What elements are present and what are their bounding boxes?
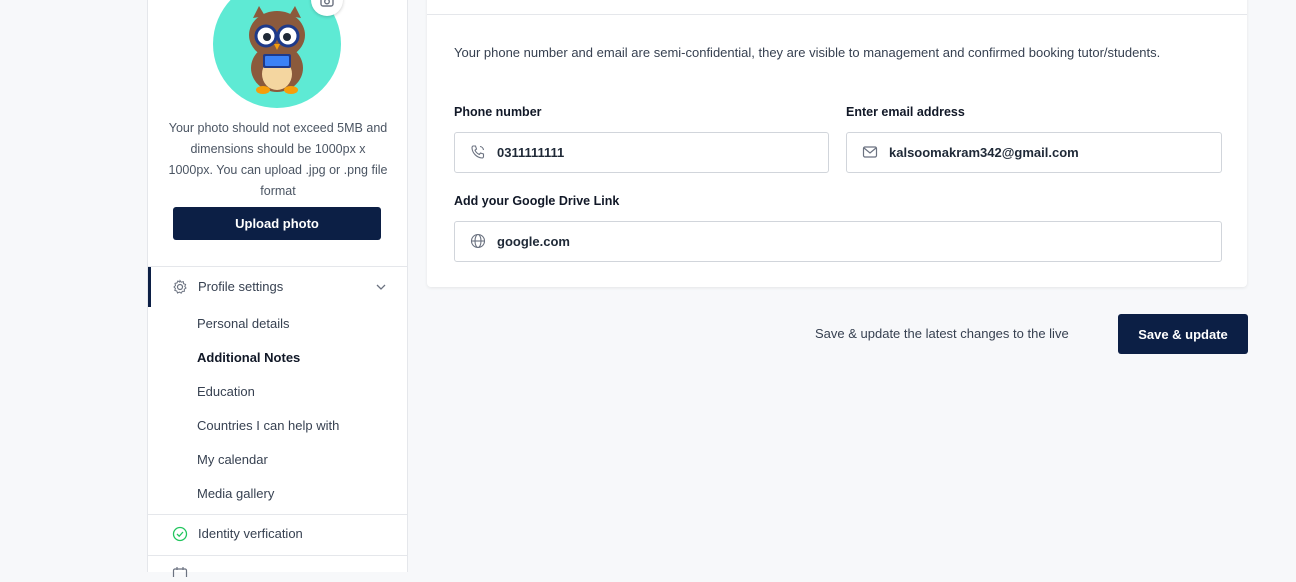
sidebar-item-education[interactable]: Education bbox=[197, 384, 255, 399]
profile-settings-label: Profile settings bbox=[198, 279, 284, 294]
phone-field[interactable]: 0311111111 bbox=[454, 132, 829, 173]
upload-photo-button[interactable]: Upload photo bbox=[173, 207, 381, 240]
divider bbox=[148, 555, 407, 556]
mail-icon bbox=[862, 144, 878, 165]
sidebar-item-my-calendar[interactable]: My calendar bbox=[197, 452, 268, 467]
sidebar: Your photo should not exceed 5MB and dim… bbox=[147, 0, 408, 580]
phone-icon bbox=[470, 144, 486, 165]
photo-hint: Your photo should not exceed 5MB and dim… bbox=[168, 121, 388, 198]
drive-link-value: google.com bbox=[497, 234, 570, 249]
owl-illustration bbox=[249, 6, 305, 94]
profile-settings-section[interactable]: Profile settings bbox=[148, 266, 407, 307]
chevron-down-icon[interactable] bbox=[375, 280, 387, 298]
calendar-icon bbox=[172, 564, 188, 582]
save-hint: Save & update the latest changes to the … bbox=[815, 326, 1069, 341]
contact-intro-text: Your phone number and email are semi-con… bbox=[454, 45, 1161, 60]
avatar bbox=[213, 0, 341, 108]
drive-link-label: Add your Google Drive Link bbox=[454, 194, 620, 208]
gear-icon bbox=[172, 279, 188, 300]
identity-verification-label: Identity verfication bbox=[198, 526, 303, 541]
avatar-container bbox=[213, 0, 343, 108]
sidebar-item-media-gallery[interactable]: Media gallery bbox=[197, 486, 274, 501]
sidebar-item-identity-verification[interactable]: Identity verfication bbox=[148, 515, 407, 555]
save-update-button[interactable]: Save & update bbox=[1118, 314, 1248, 354]
globe-icon bbox=[470, 233, 486, 254]
active-indicator bbox=[148, 267, 151, 307]
sidebar-item-additional-notes[interactable]: Additional Notes bbox=[197, 350, 300, 365]
phone-label: Phone number bbox=[454, 105, 542, 119]
drive-link-field[interactable]: google.com bbox=[454, 221, 1222, 262]
check-circle-icon bbox=[172, 526, 188, 547]
sidebar-item-countries[interactable]: Countries I can help with bbox=[197, 418, 339, 433]
email-value: kalsoomakram342@gmail.com bbox=[889, 145, 1079, 160]
email-field[interactable]: kalsoomakram342@gmail.com bbox=[846, 132, 1222, 173]
change-photo-button[interactable] bbox=[311, 0, 343, 16]
camera-icon bbox=[320, 0, 334, 7]
email-label: Enter email address bbox=[846, 105, 965, 119]
contact-details-card: Your phone number and email are semi-con… bbox=[427, 0, 1247, 287]
phone-value: 0311111111 bbox=[497, 145, 565, 160]
sidebar-item-personal-details[interactable]: Personal details bbox=[197, 316, 290, 331]
card-header-divider bbox=[427, 14, 1247, 15]
